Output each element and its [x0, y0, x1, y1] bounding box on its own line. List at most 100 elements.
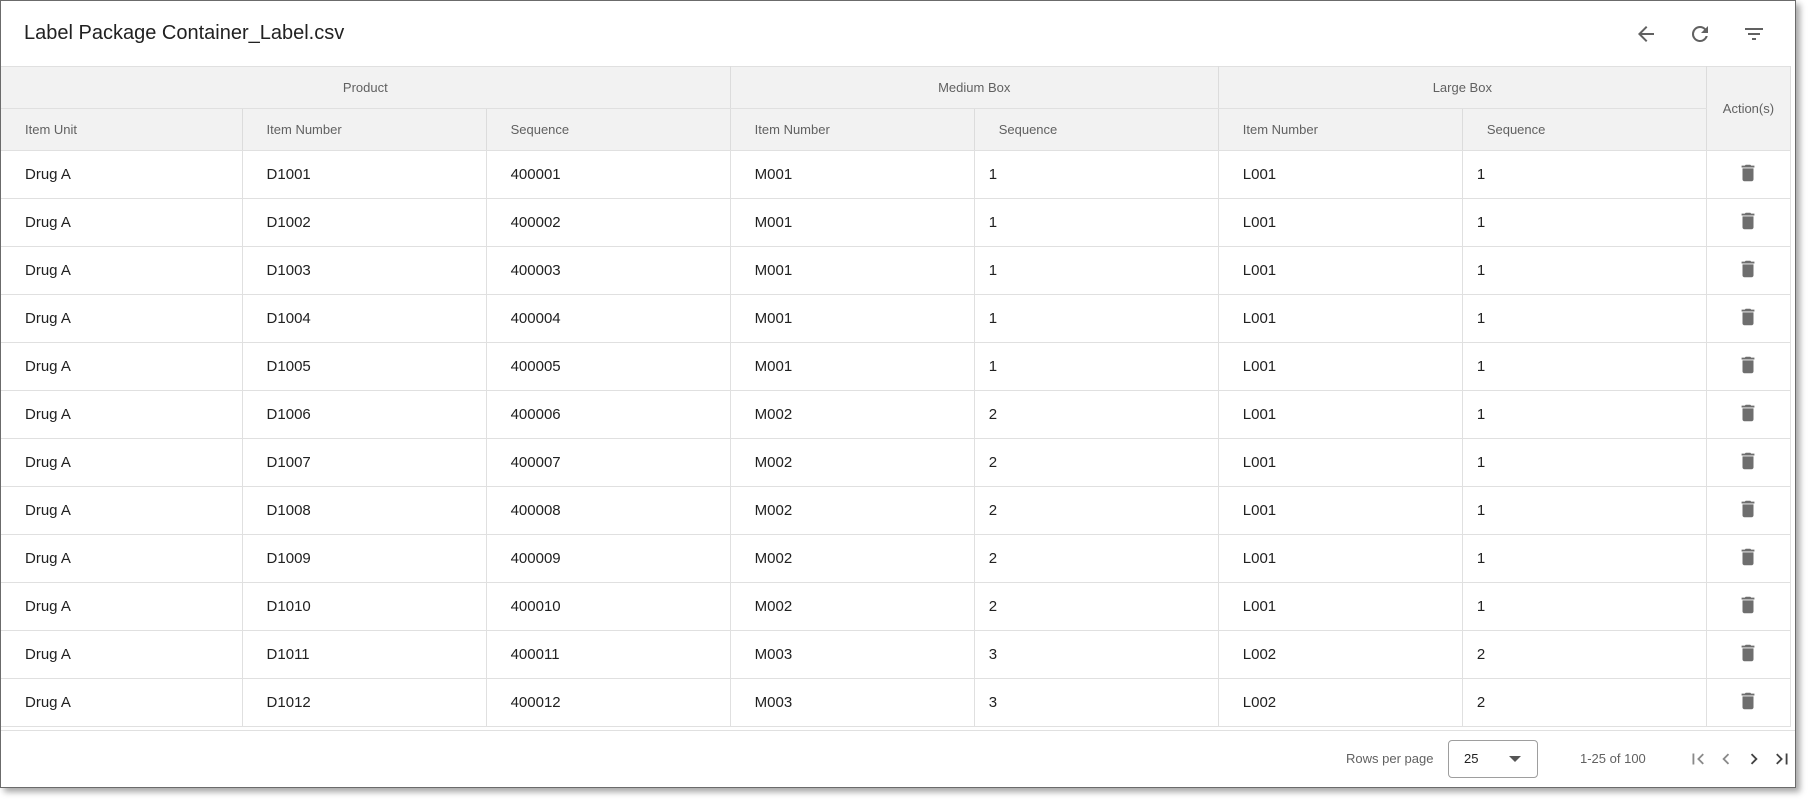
- cell-item-unit: Drug A: [1, 582, 243, 631]
- cell-large-sequence: 1: [1462, 438, 1707, 487]
- row-actions-cell: [1706, 246, 1792, 295]
- cell-medium-item-number: M002: [730, 438, 975, 487]
- cell-medium-item-number: M003: [730, 630, 975, 679]
- column-header-medium-sequence[interactable]: Sequence: [974, 108, 1219, 151]
- cell-product-item-number: D1010: [242, 582, 487, 631]
- cell-medium-item-number: M001: [730, 294, 975, 343]
- cell-medium-sequence: 2: [974, 438, 1219, 487]
- last-page-icon: [1776, 753, 1788, 765]
- cell-large-sequence: 1: [1462, 534, 1707, 583]
- column-header-large-item-number[interactable]: Item Number: [1218, 108, 1463, 151]
- cell-medium-item-number: M001: [730, 198, 975, 247]
- cell-large-item-number: L001: [1218, 534, 1463, 583]
- first-page-icon: [1692, 753, 1704, 765]
- row-actions-cell: [1706, 486, 1792, 535]
- table-row: Drug A D1006 400006 M002 2 L001 1: [1, 390, 1792, 439]
- delete-row-button[interactable]: [1737, 402, 1759, 424]
- table-row: Drug A D1007 400007 M002 2 L001 1: [1, 438, 1792, 487]
- previous-page-button[interactable]: [1713, 745, 1739, 773]
- cell-medium-sequence: 1: [974, 150, 1219, 199]
- column-header-product-item-number[interactable]: Item Number: [242, 108, 487, 151]
- table-row: Drug A D1011 400011 M003 3 L002 2: [1, 630, 1792, 679]
- cell-product-sequence: 400005: [486, 342, 731, 391]
- cell-medium-item-number: M001: [730, 342, 975, 391]
- trash-icon: [1742, 356, 1755, 373]
- cell-large-sequence: 1: [1462, 150, 1707, 199]
- table-row: Drug A D1008 400008 M002 2 L001 1: [1, 486, 1792, 535]
- cell-large-sequence: 1: [1462, 342, 1707, 391]
- trash-icon: [1742, 164, 1755, 181]
- cell-product-item-number: D1001: [242, 150, 487, 199]
- filter-button[interactable]: [1735, 15, 1773, 53]
- cell-product-item-number: D1004: [242, 294, 487, 343]
- row-actions-cell: [1706, 150, 1792, 199]
- data-table: Product Medium Box Large Box Action(s) I…: [1, 66, 1792, 727]
- cell-large-item-number: L001: [1218, 198, 1463, 247]
- cell-large-item-number: L001: [1218, 582, 1463, 631]
- cell-medium-sequence: 1: [974, 246, 1219, 295]
- last-page-button[interactable]: [1769, 745, 1795, 773]
- cell-product-sequence: 400003: [486, 246, 731, 295]
- cell-large-sequence: 1: [1462, 486, 1707, 535]
- column-header-product-sequence[interactable]: Sequence: [486, 108, 731, 151]
- cell-medium-sequence: 2: [974, 582, 1219, 631]
- pagination-footer: Rows per page 25 1-25 of 100: [1, 730, 1795, 787]
- row-actions-cell: [1706, 582, 1792, 631]
- row-actions-cell: [1706, 294, 1792, 343]
- column-header-item-unit[interactable]: Item Unit: [1, 108, 243, 151]
- column-header-large-sequence[interactable]: Sequence: [1462, 108, 1707, 151]
- delete-row-button[interactable]: [1737, 642, 1759, 664]
- cell-product-sequence: 400012: [486, 678, 731, 727]
- cell-product-item-number: D1007: [242, 438, 487, 487]
- delete-row-button[interactable]: [1737, 498, 1759, 520]
- cell-medium-item-number: M002: [730, 534, 975, 583]
- delete-row-button[interactable]: [1737, 354, 1759, 376]
- row-actions-cell: [1706, 342, 1792, 391]
- previous-page-icon: [1722, 753, 1730, 765]
- next-page-button[interactable]: [1741, 745, 1767, 773]
- cell-product-item-number: D1012: [242, 678, 487, 727]
- filter-icon: [1745, 28, 1763, 40]
- delete-row-button[interactable]: [1737, 594, 1759, 616]
- cell-product-sequence: 400004: [486, 294, 731, 343]
- cell-medium-item-number: M003: [730, 678, 975, 727]
- cell-item-unit: Drug A: [1, 678, 243, 727]
- delete-row-button[interactable]: [1737, 690, 1759, 712]
- column-header-medium-item-number[interactable]: Item Number: [730, 108, 975, 151]
- header-actions: [1627, 15, 1773, 53]
- actions-header: Action(s): [1706, 66, 1792, 151]
- trash-icon: [1742, 644, 1755, 661]
- trash-icon: [1742, 452, 1755, 469]
- cell-medium-item-number: M001: [730, 150, 975, 199]
- delete-row-button[interactable]: [1737, 306, 1759, 328]
- back-arrow-icon: [1638, 26, 1654, 42]
- delete-row-button[interactable]: [1737, 258, 1759, 280]
- cell-medium-sequence: 2: [974, 534, 1219, 583]
- cell-large-item-number: L001: [1218, 150, 1463, 199]
- cell-medium-item-number: M002: [730, 486, 975, 535]
- table-row: Drug A D1001 400001 M001 1 L001 1: [1, 150, 1792, 199]
- cell-product-sequence: 400011: [486, 630, 731, 679]
- pagination-range: 1-25 of 100: [1580, 751, 1646, 766]
- delete-row-button[interactable]: [1737, 450, 1759, 472]
- rows-per-page-label: Rows per page: [1346, 751, 1434, 766]
- rows-per-page-select[interactable]: 25: [1448, 740, 1538, 778]
- cell-medium-sequence: 2: [974, 486, 1219, 535]
- cell-large-item-number: L001: [1218, 246, 1463, 295]
- delete-row-button[interactable]: [1737, 546, 1759, 568]
- cell-item-unit: Drug A: [1, 246, 243, 295]
- page-header: Label Package Container_Label.csv: [1, 1, 1795, 66]
- cell-product-item-number: D1003: [242, 246, 487, 295]
- refresh-button[interactable]: [1681, 15, 1719, 53]
- table-row: Drug A D1004 400004 M001 1 L001 1: [1, 294, 1792, 343]
- first-page-button[interactable]: [1685, 745, 1711, 773]
- cell-product-sequence: 400009: [486, 534, 731, 583]
- back-button[interactable]: [1627, 15, 1665, 53]
- delete-row-button[interactable]: [1737, 210, 1759, 232]
- delete-row-button[interactable]: [1737, 162, 1759, 184]
- next-page-icon: [1750, 753, 1758, 765]
- cell-large-item-number: L001: [1218, 294, 1463, 343]
- cell-item-unit: Drug A: [1, 486, 243, 535]
- table-row: Drug A D1003 400003 M001 1 L001 1: [1, 246, 1792, 295]
- cell-product-item-number: D1005: [242, 342, 487, 391]
